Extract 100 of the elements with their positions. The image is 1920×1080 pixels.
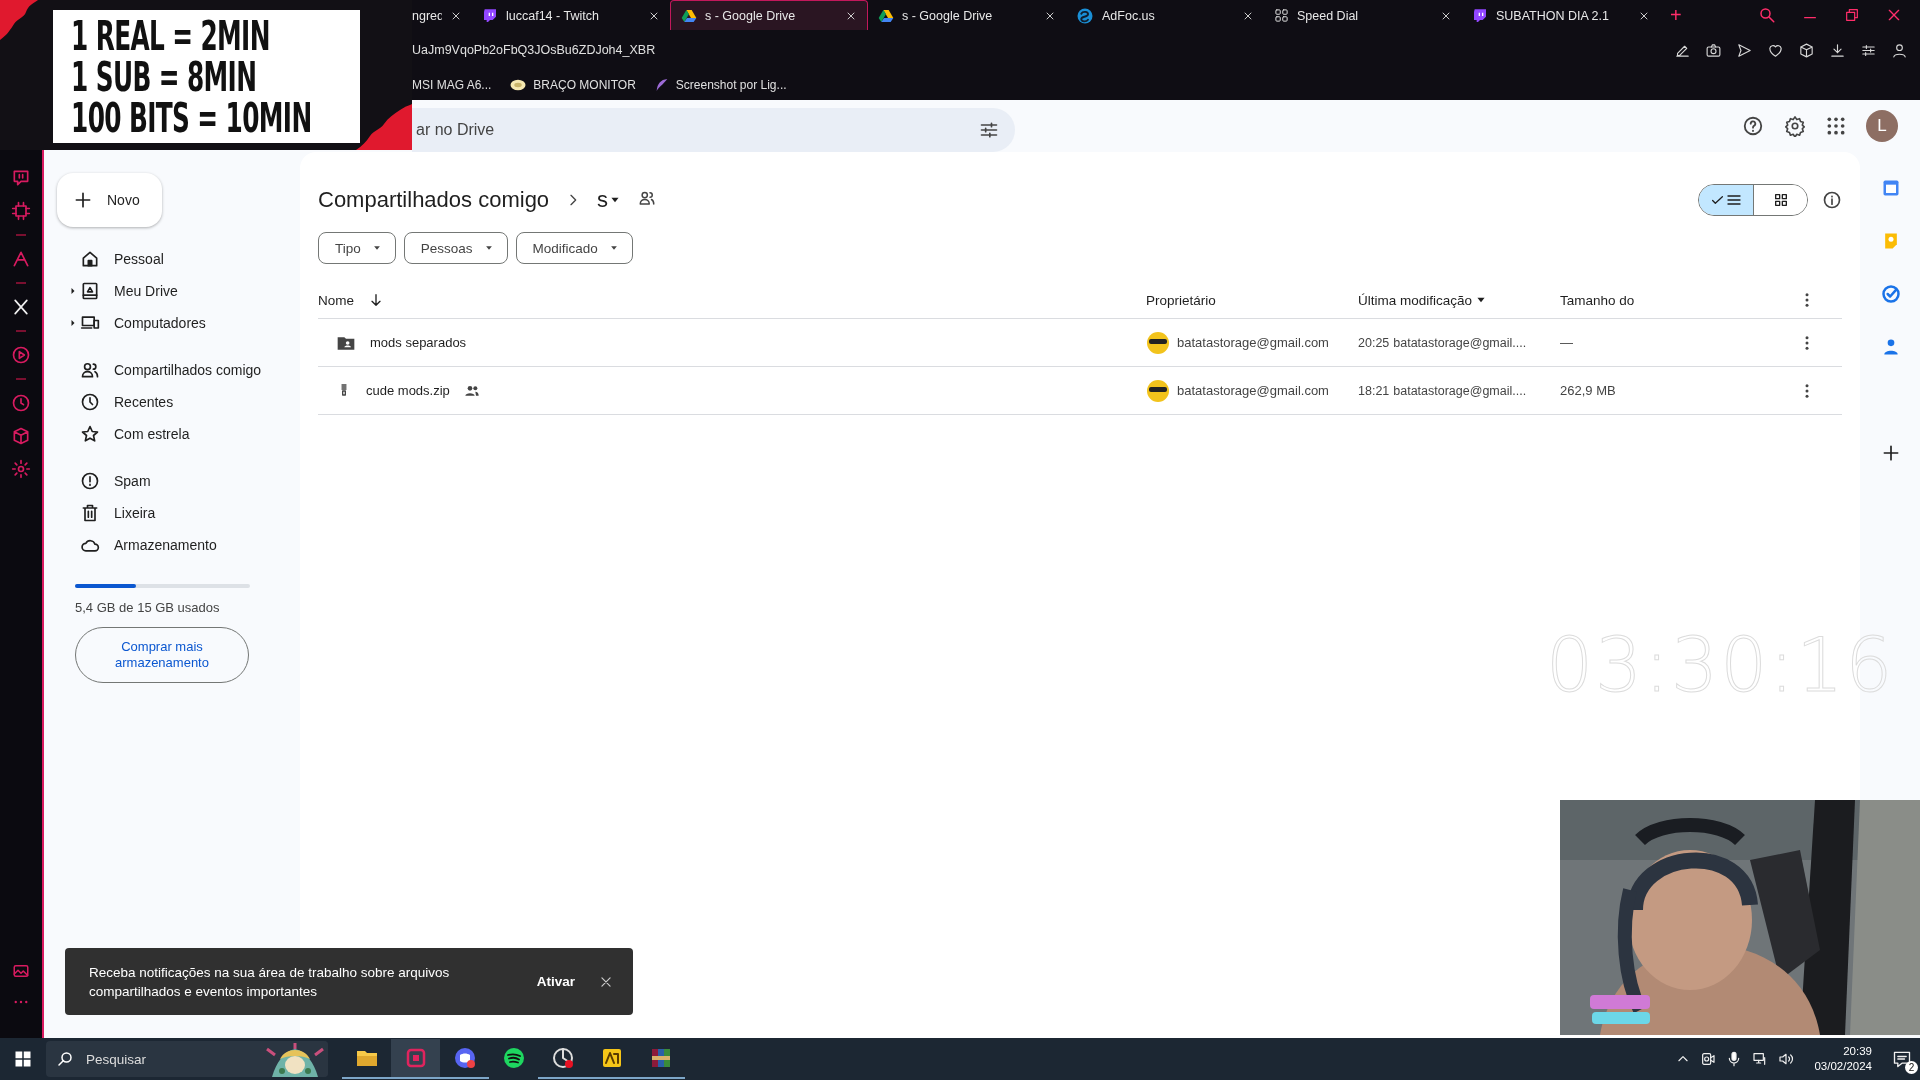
nav-item[interactable]: Armazenamento	[57, 529, 300, 561]
nav-item[interactable]: Meu Drive	[57, 275, 300, 307]
info-icon[interactable]	[1822, 190, 1842, 210]
plus-icon	[73, 190, 93, 210]
star-icon	[80, 424, 100, 444]
browser-tab[interactable]: Speed Dial	[1264, 0, 1462, 30]
chat-app-icon[interactable]	[452, 1046, 477, 1070]
nav-item[interactable]: Compartilhados comigo	[57, 354, 300, 386]
file-name[interactable]: cude mods.zip	[366, 383, 450, 398]
settings-icon[interactable]	[1784, 115, 1806, 137]
user-icon[interactable]	[1891, 41, 1908, 59]
filter-chip[interactable]: Pessoas	[403, 232, 508, 264]
expand-arrow-icon[interactable]	[69, 286, 76, 296]
enable-button[interactable]: Ativar	[528, 974, 583, 989]
download-icon[interactable]	[1829, 41, 1846, 59]
breadcrumb-link[interactable]: Compartilhados comigo	[318, 187, 550, 213]
wave-decoration	[0, 0, 40, 40]
grid-icon	[1274, 8, 1289, 23]
twitch-icon	[1472, 7, 1488, 24]
apps-icon[interactable]	[1826, 116, 1846, 136]
filter-chip[interactable]: Modificado	[515, 232, 633, 264]
column-header[interactable]: Proprietário	[1146, 292, 1216, 308]
browser-tab[interactable]: AdFoc.us	[1066, 0, 1264, 30]
bookmark[interactable]: BRAÇO MONITOR	[509, 76, 636, 94]
filter-icon[interactable]	[979, 120, 999, 140]
peak-icon[interactable]	[11, 249, 31, 269]
browser-tab[interactable]: s - Google Drive	[670, 0, 868, 30]
nav-item[interactable]: Com estrela	[57, 418, 300, 450]
chat-bubble-icon[interactable]	[11, 168, 31, 188]
plus-icon[interactable]	[1881, 443, 1901, 463]
image-icon[interactable]	[12, 962, 30, 980]
chip-icon[interactable]	[11, 201, 31, 221]
file-name[interactable]: mods separados	[370, 335, 467, 350]
clock[interactable]: 20:39 03/02/2024	[1814, 1044, 1872, 1074]
caret-icon	[372, 244, 381, 252]
expand-arrow-icon[interactable]	[69, 318, 76, 328]
close-icon[interactable]	[1886, 7, 1902, 23]
windows-icon[interactable]	[14, 1050, 32, 1068]
restore-icon[interactable]	[1844, 7, 1860, 23]
drive-icon	[681, 7, 697, 24]
person-icon[interactable]	[1881, 337, 1901, 357]
drive-icon	[878, 7, 894, 24]
address-field[interactable]: UaJm9VqoPb2oFbQ3JOsBu6ZDJoh4_XBR	[412, 43, 656, 57]
clock-icon[interactable]	[11, 393, 31, 413]
storage-usage: 5,4 GB de 15 GB usados	[75, 600, 221, 615]
clock-icon	[80, 392, 100, 412]
overlay-text: 100 BITS = 10MIN	[71, 98, 312, 139]
nav-item[interactable]: Recentes	[57, 386, 300, 418]
calendar-icon[interactable]	[1881, 178, 1901, 198]
folder-menu[interactable]: s	[593, 187, 625, 213]
new-tab-button[interactable]: +	[1660, 0, 1692, 30]
column-header[interactable]: Tamanho do	[1560, 292, 1635, 308]
search-icon	[56, 1050, 74, 1068]
notification-icon[interactable]	[1892, 1049, 1912, 1069]
settings-icon[interactable]	[11, 459, 31, 479]
modified-by: batatastorage@gmail....	[1393, 383, 1527, 398]
search-field[interactable]: ar no Drive	[412, 108, 1015, 152]
sort-arrow-icon[interactable]	[368, 292, 384, 308]
toast-message: Receba notificações na sua área de trabalho sobre arquivos compartilhados e eventos importantes	[89, 963, 451, 1001]
speaker-icon[interactable]	[1778, 1051, 1795, 1067]
bookmark[interactable]: Screenshot por Lig...	[653, 77, 787, 93]
account-avatar[interactable]: L	[1866, 110, 1898, 142]
nav-item[interactable]: Pessoal	[57, 243, 300, 275]
nav-item[interactable]: Lixeira	[57, 497, 300, 529]
filter-chip[interactable]: Tipo	[318, 232, 396, 264]
overlay-text: 1 SUB = 8MIN	[71, 57, 257, 98]
x-icon[interactable]	[11, 297, 31, 317]
avatar-icon	[1146, 378, 1170, 403]
browser-tab[interactable]: SUBATHON DIA 2.1	[1462, 0, 1660, 30]
column-header[interactable]: Nome	[318, 292, 354, 308]
alert-icon	[80, 471, 100, 491]
caret-icon[interactable]	[1476, 295, 1487, 305]
search-icon[interactable]	[1758, 6, 1776, 24]
file-size: —	[1560, 335, 1573, 350]
play-icon[interactable]	[11, 345, 31, 365]
bookmark[interactable]: MSI MAG A6...	[412, 78, 492, 92]
check-icon	[1710, 193, 1724, 207]
browser-tab[interactable]: luccaf14 - Twitch	[472, 0, 670, 30]
close-icon[interactable]	[599, 974, 613, 989]
caret-icon	[610, 195, 621, 205]
view-toggle[interactable]	[1699, 185, 1753, 215]
modified-time: 18:21	[1358, 383, 1390, 398]
people-icon[interactable]	[638, 189, 657, 207]
browser-tab[interactable]: s - Google Drive	[868, 0, 1066, 30]
camera-icon[interactable]	[1705, 41, 1722, 59]
help-icon[interactable]	[1742, 115, 1764, 137]
nav-item[interactable]: Computadores	[57, 307, 300, 339]
new-button[interactable]: Novo	[57, 173, 162, 227]
swirl-icon	[1076, 6, 1094, 25]
list-icon	[1725, 192, 1742, 208]
date-text: 03/02/2024	[1814, 1059, 1872, 1074]
send-icon[interactable]	[1736, 41, 1753, 59]
view-toggle[interactable]	[1753, 185, 1807, 215]
column-header[interactable]: Última modificação	[1358, 292, 1473, 308]
nav-item[interactable]: Spam	[57, 465, 300, 497]
cube-icon[interactable]	[1798, 41, 1815, 59]
camera-icon[interactable]	[1700, 1051, 1717, 1067]
check-circle-icon[interactable]	[1881, 284, 1901, 304]
music-app-icon[interactable]	[501, 1046, 526, 1070]
record-app-icon[interactable]	[550, 1046, 575, 1070]
